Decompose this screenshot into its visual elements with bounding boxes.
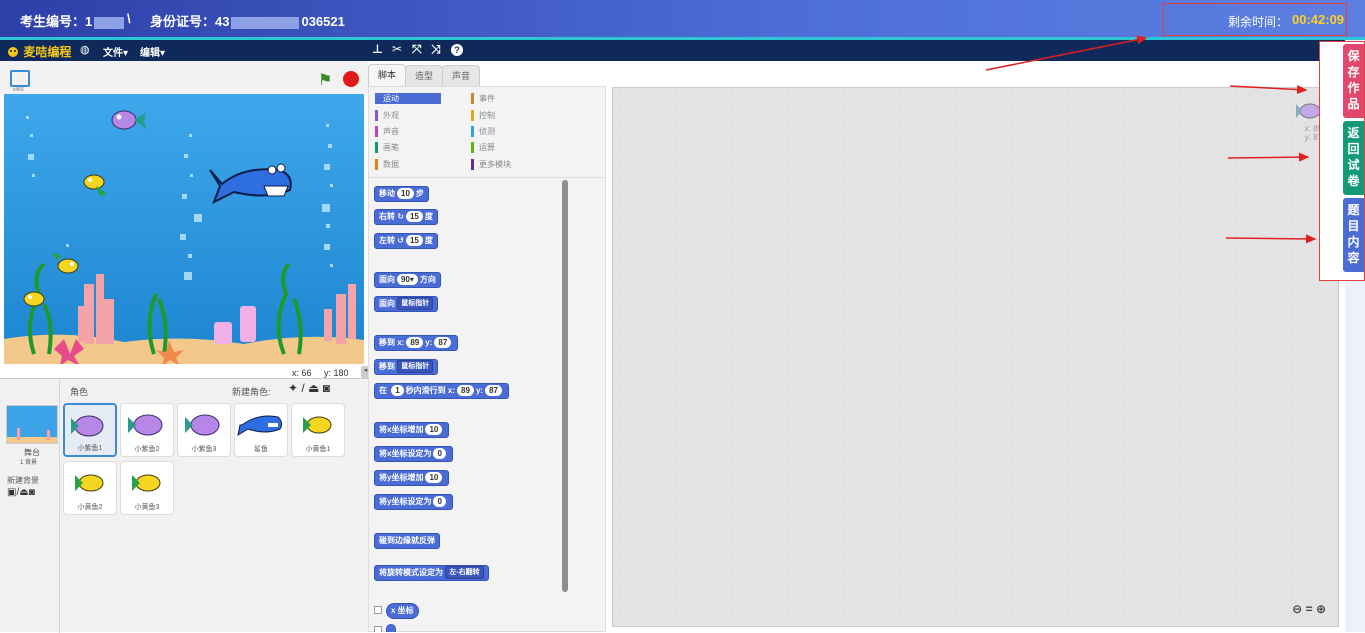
arrow bbox=[985, 35, 1148, 71]
arrow bbox=[1227, 152, 1310, 162]
annotation-arrows bbox=[985, 35, 1317, 244]
arrow bbox=[1225, 234, 1317, 244]
arrow bbox=[1229, 85, 1308, 95]
